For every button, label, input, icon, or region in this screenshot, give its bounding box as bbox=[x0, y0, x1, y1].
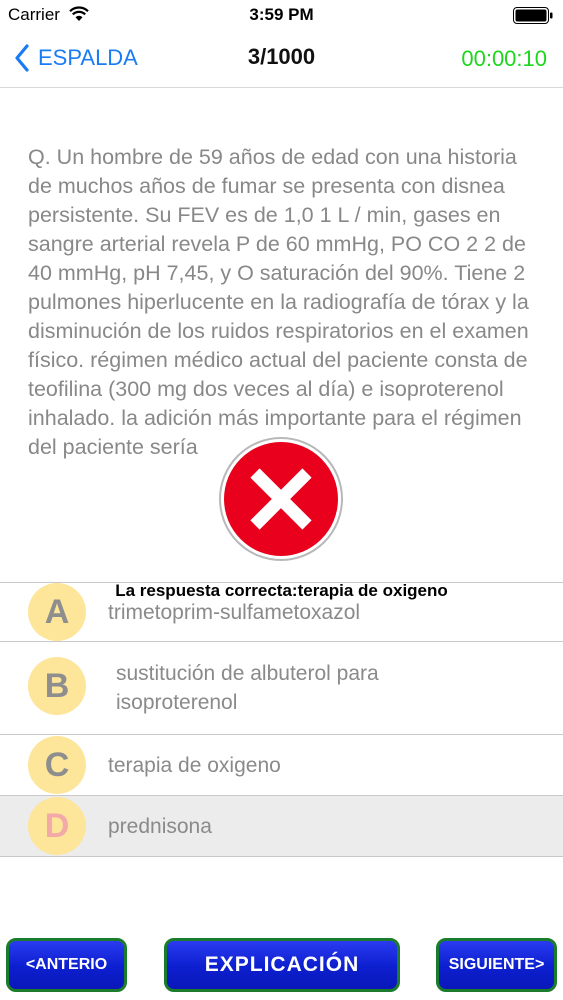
status-time: 3:59 PM bbox=[249, 5, 314, 24]
option-b[interactable]: B sustitución de albuterol para isoprote… bbox=[0, 641, 563, 734]
option-text: terapia de oxigeno bbox=[108, 754, 281, 777]
option-text: sustitución de albuterol para isoprotere… bbox=[116, 662, 379, 714]
status-bar: Carrier 3:59 PM bbox=[0, 0, 563, 30]
option-letter-badge: C bbox=[28, 736, 86, 794]
option-text: trimetoprim-sulfametoxazol bbox=[108, 601, 361, 624]
next-button[interactable]: SIGUIENTE> bbox=[436, 938, 557, 992]
option-letter-badge: D bbox=[28, 797, 86, 855]
nav-bar: ESPALDA 3/1000 00:00:10 bbox=[0, 30, 563, 88]
chevron-left-icon bbox=[15, 44, 29, 72]
answer-options: A trimetoprim-sulfametoxazol B sustituci… bbox=[0, 582, 563, 857]
battery-icon bbox=[513, 7, 553, 24]
explanation-button[interactable]: EXPLICACIÓN bbox=[164, 938, 400, 992]
wrong-x-icon bbox=[217, 435, 345, 563]
question-text: Q. Un hombre de 59 años de edad con una … bbox=[28, 145, 529, 459]
previous-button[interactable]: <ANTERIO bbox=[6, 938, 127, 992]
option-c[interactable]: C terapia de oxigeno bbox=[0, 734, 563, 795]
option-text: prednisona bbox=[108, 815, 212, 838]
correct-answer-label: La respuesta correcta:terapia de oxigeno bbox=[115, 581, 448, 600]
back-label: ESPALDA bbox=[38, 45, 138, 70]
back-button[interactable]: ESPALDA bbox=[14, 42, 138, 74]
timer: 00:00:10 bbox=[461, 46, 547, 71]
option-d[interactable]: D prednisona bbox=[0, 795, 563, 857]
option-letter-badge: B bbox=[28, 657, 86, 715]
